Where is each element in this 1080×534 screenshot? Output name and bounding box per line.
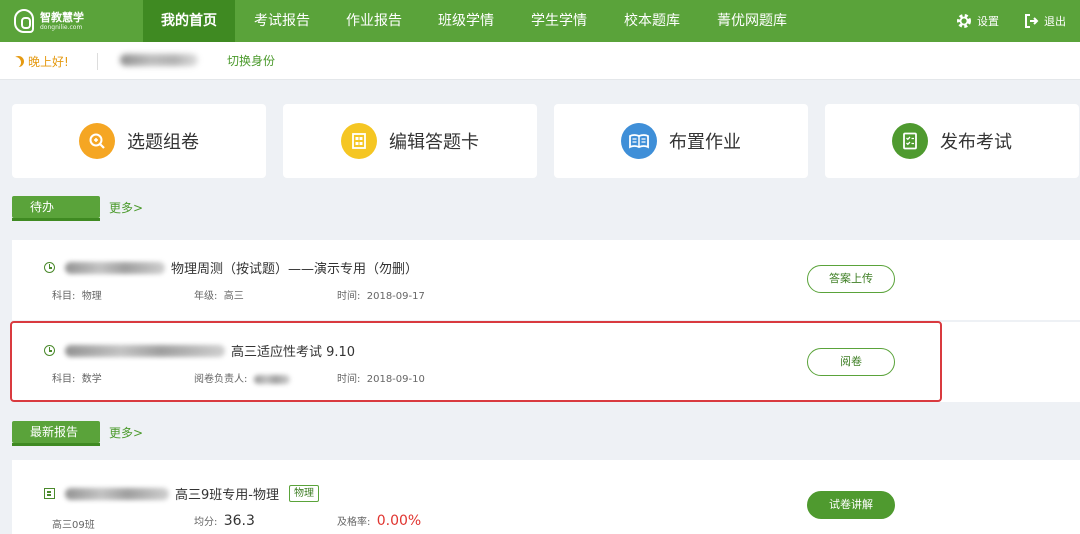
answer-card-icon [341,123,377,159]
report-item-average: 均分: 36.3 [194,513,255,529]
logout-label: 退出 [1044,15,1066,28]
report-icon [44,488,55,499]
quick-action-answer-card[interactable]: 编辑答题卡 [283,104,537,178]
redacted-text [65,261,165,274]
todo-item: 物理周测（按试题）——演示专用（勿删） 科目: 物理 年级: 高三 时间: 20… [12,240,1080,320]
top-navigation-bar: 智教慧学 dongnilie.com 我的首页 考试报告 作业报告 班级学情 学… [0,0,1080,42]
settings-label: 设置 [977,15,999,28]
moon-icon [10,57,21,68]
quick-action-assign-homework[interactable]: 布置作业 [554,104,808,178]
todo-item-title[interactable]: 物理周测（按试题）——演示专用（勿删） [44,258,418,277]
logout-icon [1025,14,1039,28]
todo-tab: 待办 [12,196,100,221]
logo-text: 智教慧学 [40,10,84,24]
report-item-title[interactable]: 高三9班专用-物理 物理 [44,484,319,503]
nav-school-question-bank[interactable]: 校本题库 [610,0,694,42]
switch-role-link[interactable]: 切换身份 [227,42,275,80]
upload-answer-button[interactable]: 答案上传 [807,265,895,293]
report-item: 高三9班专用-物理 物理 高三09班 均分: 36.3 及格率: 0.00% 试… [12,460,1080,534]
reports-more-link[interactable]: 更多> [109,424,143,441]
gear-icon [957,14,971,28]
highlight-annotation [10,321,942,402]
nav-homework-report[interactable]: 作业报告 [332,0,416,42]
quick-action-label: 布置作业 [669,132,741,153]
settings-button[interactable]: 设置 [955,0,999,42]
nav-exam-report[interactable]: 考试报告 [240,0,324,42]
todo-item-time: 时间: 2018-09-17 [337,291,425,302]
paper-explanation-button[interactable]: 试卷讲解 [807,491,895,519]
quick-action-label: 选题组卷 [127,132,199,153]
todo-more-link[interactable]: 更多> [109,199,143,216]
redacted-text [65,487,169,500]
greeting-bar: 晚上好! 切换身份 [0,42,1080,80]
checklist-icon [892,123,928,159]
nav-jyeoo-question-bank[interactable]: 菁优网题库 [704,0,800,42]
clock-icon [44,262,55,273]
logo-icon [14,9,34,33]
quick-action-label: 发布考试 [940,132,1012,153]
search-paper-icon [79,123,115,159]
quick-action-compose-paper[interactable]: 选题组卷 [12,104,266,178]
reports-tab: 最新报告 [12,421,100,446]
divider [97,53,98,70]
open-book-icon [621,123,657,159]
quick-action-label: 编辑答题卡 [389,132,479,153]
user-name-redacted [120,51,200,69]
todo-item-subject: 科目: 物理 [52,291,102,302]
greeting: 晚上好! [12,42,69,80]
report-item-pass-rate: 及格率: 0.00% [337,513,422,529]
nav-home[interactable]: 我的首页 [143,0,235,42]
quick-action-publish-exam[interactable]: 发布考试 [825,104,1079,178]
greeting-text: 晚上好! [28,54,69,69]
logo[interactable]: 智教慧学 dongnilie.com [14,7,100,35]
logo-domain: dongnilie.com [40,23,83,31]
todo-item-grade: 年级: 高三 [194,291,244,302]
nav-student-analysis[interactable]: 学生学情 [517,0,601,42]
logout-button[interactable]: 退出 [1024,0,1066,42]
subject-tag: 物理 [288,485,319,502]
report-item-class: 高三09班 [52,520,95,531]
nav-class-analysis[interactable]: 班级学情 [424,0,508,42]
